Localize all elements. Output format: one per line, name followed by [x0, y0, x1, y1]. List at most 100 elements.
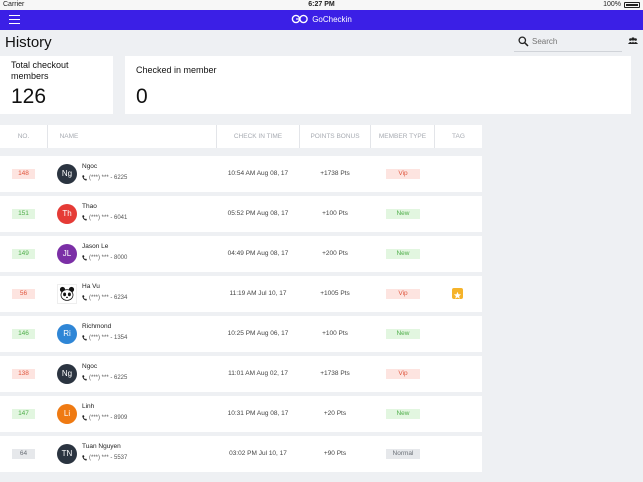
check-in-time: 11:01 AM Aug 02, 17	[228, 370, 288, 377]
avatar: JL	[57, 244, 77, 264]
points-bonus: +20 Pts	[323, 410, 347, 417]
member-number-badge: 146	[12, 329, 35, 339]
battery-status: 100%	[603, 1, 640, 8]
total-checkout-label: Total checkout members	[11, 60, 69, 81]
member-number-badge: 138	[12, 369, 35, 379]
checked-in-label: Checked in member	[136, 65, 217, 75]
search-input[interactable]	[532, 37, 618, 46]
table-row[interactable]: 148 Ng Ngoc (***) *** - 6225 10:54 AM Aug 08…	[0, 156, 482, 192]
member-type-badge: New	[386, 249, 420, 259]
member-name: Jason Le	[82, 243, 109, 250]
member-type-badge: Vip	[386, 169, 420, 179]
member-name: Ngoc	[82, 163, 98, 170]
member-phone-number: (***) *** - 5537	[89, 455, 128, 461]
phone-icon	[82, 455, 87, 461]
column-header-no[interactable]: NO.	[0, 125, 47, 148]
member-phone-number: (***) *** - 6234	[89, 295, 128, 301]
member-phone: (***) *** - 1354	[82, 335, 127, 341]
member-name: Ngoc	[82, 363, 98, 370]
member-type-badge: New	[386, 209, 420, 219]
column-header-points-bonus[interactable]: POINTS BONUS	[300, 125, 370, 148]
table-header: NO. NAME CHECK IN TIME POINTS BONUS MEMB…	[0, 125, 482, 148]
table-row[interactable]: 64 TN Tuan Nguyen (***) *** - 5537 03:02 PM …	[0, 436, 482, 472]
panda-icon	[59, 286, 75, 301]
avatar: Ng	[57, 164, 77, 184]
member-phone: (***) *** - 8909	[82, 415, 127, 421]
member-number-badge: 148	[12, 169, 35, 179]
points-bonus: +90 Pts	[323, 450, 347, 457]
column-header-member-type[interactable]: MEMBER TYPE	[371, 125, 434, 148]
status-time: 6:27 PM	[308, 1, 335, 8]
check-in-time: 10:54 AM Aug 08, 17	[227, 170, 289, 177]
star-tag-icon[interactable]	[452, 288, 463, 299]
battery-percent: 100%	[603, 1, 621, 8]
check-in-time: 03:02 PM Jul 10, 17	[229, 450, 287, 457]
check-in-time: 05:52 PM Aug 08, 17	[227, 210, 289, 217]
column-header-check-in-time[interactable]: CHECK IN TIME	[217, 125, 299, 148]
check-in-time: 10:25 PM Aug 06, 17	[227, 330, 289, 337]
member-number-badge: 151	[12, 209, 35, 219]
avatar: Li	[57, 404, 77, 424]
gocheckin-logo-icon	[291, 14, 309, 24]
avatar: Ng	[57, 364, 77, 384]
checked-in-value: 0	[136, 85, 148, 108]
member-phone: (***) *** - 6225	[82, 375, 127, 381]
points-bonus: +100 Pts	[322, 210, 348, 217]
member-type-badge: New	[386, 329, 420, 339]
points-bonus: +1738 Pts	[320, 170, 350, 177]
column-header-tag[interactable]: TAG	[435, 125, 482, 148]
member-type-badge: Vip	[386, 289, 420, 299]
status-bar: Carrier 6:27 PM 100%	[0, 0, 643, 10]
users-icon[interactable]	[628, 37, 638, 45]
member-phone: (***) *** - 8000	[82, 255, 127, 261]
nav-bar: GoCheckin	[0, 10, 643, 30]
member-number-badge: 56	[12, 289, 35, 299]
check-in-time: 11:19 AM Jul 10, 17	[229, 290, 287, 297]
member-phone-number: (***) *** - 1354	[89, 335, 128, 341]
member-phone-number: (***) *** - 6041	[89, 215, 128, 221]
member-phone: (***) *** - 6225	[82, 175, 127, 181]
member-name: Thao	[82, 203, 97, 210]
phone-icon	[82, 295, 87, 301]
page-title: History	[5, 34, 52, 51]
column-header-name[interactable]: NAME	[48, 125, 90, 148]
points-bonus: +200 Pts	[322, 250, 348, 257]
phone-icon	[82, 335, 87, 341]
member-name: Tuan Nguyen	[82, 443, 121, 450]
member-name: Richmond	[82, 323, 112, 330]
brand: GoCheckin	[0, 14, 643, 24]
member-number-badge: 147	[12, 409, 35, 419]
member-number-badge: 64	[12, 449, 35, 459]
phone-icon	[82, 175, 87, 181]
brand-name: GoCheckin	[312, 14, 352, 24]
member-phone: (***) *** - 6041	[82, 215, 127, 221]
points-bonus: +100 Pts	[322, 330, 348, 337]
avatar	[57, 284, 77, 304]
table-row[interactable]: 138 Ng Ngoc (***) *** - 6225 11:01 AM Aug 02…	[0, 356, 482, 392]
avatar: Th	[57, 204, 77, 224]
member-phone-number: (***) *** - 8000	[89, 255, 128, 261]
check-in-time: 10:31 PM Aug 08, 17	[227, 410, 289, 417]
table-row[interactable]: 56 Ha Vu (***) *** - 6234 11:19 AM Jul 10, …	[0, 276, 482, 312]
search-icon	[518, 36, 529, 47]
checked-in-card: Checked in member 0	[125, 56, 631, 114]
total-checkout-value: 126	[11, 85, 47, 108]
member-name: Linh	[82, 403, 95, 410]
member-name: Ha Vu	[82, 283, 100, 290]
table-row[interactable]: 146 Ri Richmond (***) *** - 1354 10:25 PM Au…	[0, 316, 482, 352]
member-phone-number: (***) *** - 6225	[89, 375, 128, 381]
member-phone-number: (***) *** - 6225	[89, 175, 128, 181]
table-row[interactable]: 149 JL Jason Le (***) *** - 8000 04:49 PM Au…	[0, 236, 482, 272]
check-in-time: 04:49 PM Aug 08, 17	[227, 250, 289, 257]
phone-icon	[82, 415, 87, 421]
member-number-badge: 149	[12, 249, 35, 259]
avatar: TN	[57, 444, 77, 464]
table-row[interactable]: 151 Th Thao (***) *** - 6041 05:52 PM Aug 08…	[0, 196, 482, 232]
battery-icon	[624, 1, 640, 8]
member-phone: (***) *** - 5537	[82, 455, 127, 461]
table-row[interactable]: 147 Li Linh (***) *** - 8909 10:31 PM Aug 08…	[0, 396, 482, 432]
total-checkout-card: Total checkout members 126	[0, 56, 113, 114]
points-bonus: +1005 Pts	[320, 290, 350, 297]
search-box[interactable]	[514, 34, 622, 52]
avatar: Ri	[57, 324, 77, 344]
